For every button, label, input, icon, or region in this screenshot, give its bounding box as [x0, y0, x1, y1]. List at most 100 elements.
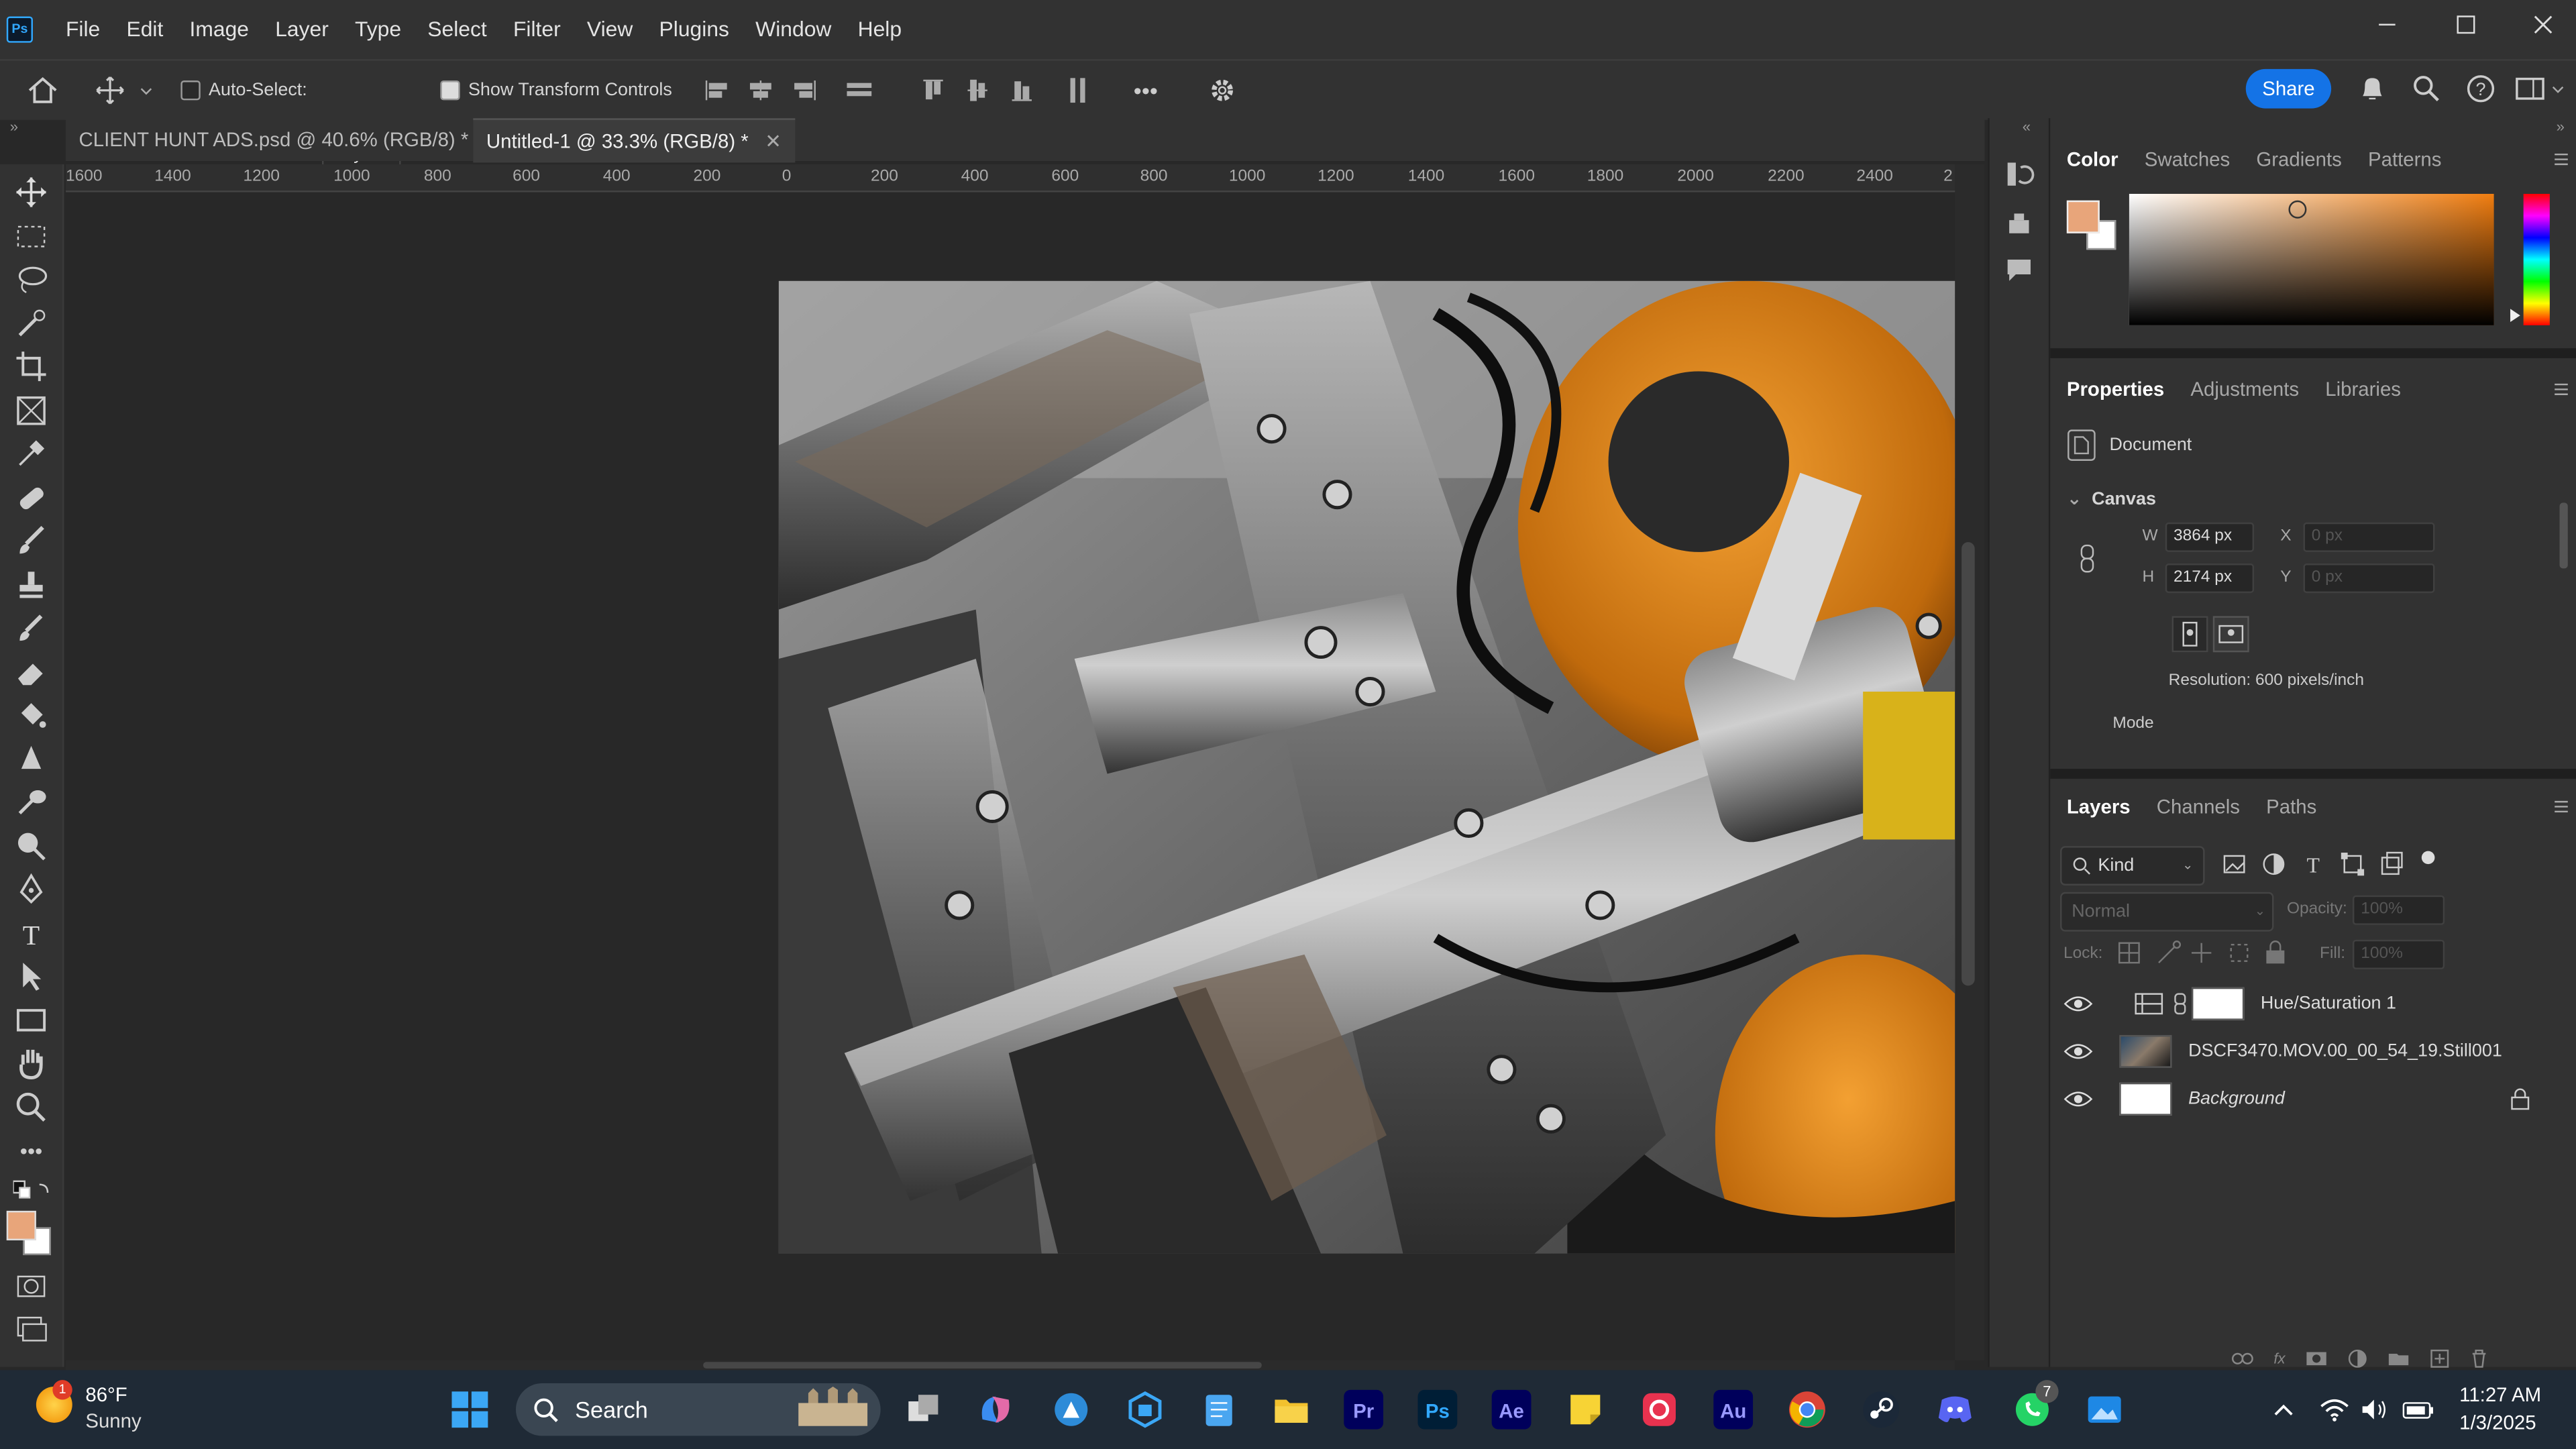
tab-client-hunt-ads[interactable]: CLIENT HUNT ADS.psd @ 40.6% (RGB/8) *✕: [66, 118, 515, 161]
adjustment-layer-icon[interactable]: [2348, 1349, 2367, 1368]
tab-patterns[interactable]: Patterns: [2368, 148, 2441, 170]
clock-date[interactable]: 1/3/2025: [2459, 1411, 2536, 1434]
menu-edit[interactable]: Edit: [113, 0, 176, 59]
gear-icon[interactable]: [1206, 70, 1239, 110]
hue-slider[interactable]: [2510, 193, 2550, 325]
whatsapp-icon[interactable]: 7: [2012, 1380, 2059, 1430]
canvas-section[interactable]: ⌄ Canvas: [2067, 488, 2156, 510]
color-panel-swatches[interactable]: [2066, 200, 2123, 256]
hand-tool-icon[interactable]: [13, 1045, 50, 1081]
layer-row-still-image[interactable]: DSCF3470.MOV.00_00_54_19.Still001: [2050, 1028, 2576, 1075]
help-icon[interactable]: ?: [2464, 72, 2497, 105]
object-selection-tool-icon[interactable]: [13, 306, 50, 342]
photoshop-taskbar-icon[interactable]: Ps: [1417, 1389, 1458, 1430]
file-explorer-icon[interactable]: [1272, 1390, 1311, 1430]
close-window-button[interactable]: [2504, 0, 2576, 52]
blend-mode-dropdown[interactable]: Normal ⌄: [2060, 892, 2274, 932]
menu-view[interactable]: View: [574, 0, 646, 59]
new-group-icon[interactable]: [2387, 1350, 2410, 1366]
home-icon[interactable]: [23, 70, 62, 110]
weather-temperature[interactable]: 86°F: [85, 1383, 127, 1406]
filter-adjustment-icon[interactable]: [2261, 851, 2287, 877]
eye-icon[interactable]: [2050, 994, 2119, 1014]
auto-select-check-icon[interactable]: [180, 80, 201, 101]
document-canvas-image[interactable]: [778, 280, 1955, 1254]
panel-menu-icon[interactable]: [2553, 381, 2569, 397]
link-icon[interactable]: [2172, 991, 2192, 1017]
vertical-scrollbar[interactable]: [1955, 164, 1985, 1360]
maximize-button[interactable]: [2428, 0, 2504, 52]
minimize-button[interactable]: [2349, 0, 2425, 52]
add-mask-icon[interactable]: [2305, 1350, 2328, 1366]
layer-thumbnail[interactable]: [2119, 1034, 2172, 1068]
foreground-color-swatch[interactable]: [6, 1210, 51, 1256]
battery-icon[interactable]: [2402, 1397, 2434, 1423]
taskbar-search-box[interactable]: Search: [515, 1383, 881, 1436]
tab-gradients[interactable]: Gradients: [2256, 148, 2341, 170]
new-layer-icon[interactable]: [2430, 1349, 2449, 1368]
photos-icon[interactable]: [2085, 1390, 2125, 1430]
actions-panel-icon[interactable]: [2002, 207, 2035, 240]
tab-swatches[interactable]: Swatches: [2145, 148, 2230, 170]
collapse-toolbar-icon[interactable]: »: [10, 118, 18, 134]
copilot-icon[interactable]: [976, 1390, 1016, 1430]
eyedropper-tool-icon[interactable]: [13, 435, 50, 472]
history-panel-icon[interactable]: [2002, 158, 2035, 191]
auto-select-checkbox[interactable]: Auto-Select:: [180, 70, 307, 110]
tab-untitled-1[interactable]: Untitled-1 @ 33.3% (RGB/8) * ✕: [473, 118, 795, 163]
tab-properties[interactable]: Properties: [2067, 378, 2164, 400]
paint-bucket-tool-icon[interactable]: [13, 696, 50, 733]
layer-row-background[interactable]: Background: [2050, 1076, 2576, 1122]
filter-shape-icon[interactable]: [2339, 851, 2365, 877]
dodge-tool-icon[interactable]: [13, 784, 50, 820]
fx-icon[interactable]: fx: [2273, 1350, 2285, 1366]
clock-time[interactable]: 11:27 AM: [2459, 1383, 2541, 1406]
volume-icon[interactable]: [2359, 1397, 2389, 1423]
tab-color[interactable]: Color: [2067, 148, 2118, 170]
menu-layer[interactable]: Layer: [262, 0, 342, 59]
layer-row-hue-saturation[interactable]: Hue/Saturation 1: [2050, 981, 2576, 1027]
browser-app-icon[interactable]: [1051, 1390, 1091, 1430]
edit-toolbar-icon[interactable]: •••: [13, 1134, 50, 1170]
menu-filter[interactable]: Filter: [500, 0, 574, 59]
show-transform-check-icon[interactable]: [440, 80, 460, 101]
panel-menu-icon[interactable]: [2553, 151, 2569, 167]
after-effects-icon[interactable]: Ae: [1491, 1389, 1532, 1430]
color-picker-handle[interactable]: [2288, 200, 2307, 219]
delete-layer-icon[interactable]: [2469, 1349, 2489, 1368]
link-layers-icon[interactable]: [2231, 1350, 2254, 1366]
menu-help[interactable]: Help: [845, 0, 915, 59]
blur-tool-icon[interactable]: [13, 741, 50, 777]
show-transform-checkbox[interactable]: Show Transform Controls: [440, 70, 672, 110]
filter-type-icon[interactable]: T: [2300, 851, 2326, 877]
eraser-tool-icon[interactable]: [13, 654, 50, 690]
vertical-scroll-thumb[interactable]: [1962, 542, 1975, 986]
weather-condition[interactable]: Sunny: [85, 1409, 141, 1432]
lasso-tool-icon[interactable]: [13, 261, 50, 297]
canvas-height-input[interactable]: 2174 px: [2165, 564, 2255, 594]
menu-select[interactable]: Select: [415, 0, 500, 59]
notepad-icon[interactable]: [1199, 1390, 1239, 1430]
collapse-right-icon[interactable]: »: [2557, 118, 2565, 134]
opacity-input[interactable]: 100%: [2352, 895, 2445, 925]
filter-pixel-icon[interactable]: [2221, 851, 2247, 877]
quick-mask-icon[interactable]: [13, 1269, 50, 1305]
history-brush-tool-icon[interactable]: [13, 610, 50, 646]
microsoft-store-icon[interactable]: [1126, 1390, 1165, 1430]
healing-brush-tool-icon[interactable]: [13, 480, 50, 516]
tab-libraries[interactable]: Libraries: [2325, 378, 2401, 400]
properties-scrollbar[interactable]: [2559, 480, 2570, 726]
steam-icon[interactable]: [1862, 1390, 1901, 1430]
link-dimensions-icon[interactable]: [2077, 542, 2100, 575]
filter-toggle-icon[interactable]: [2421, 851, 2435, 865]
canvas-x-input[interactable]: 0 px: [2303, 522, 2435, 552]
menu-plugins[interactable]: Plugins: [646, 0, 743, 59]
tab-layers[interactable]: Layers: [2067, 795, 2131, 818]
weather-sun-icon[interactable]: 1: [36, 1380, 72, 1423]
audition-icon[interactable]: Au: [1713, 1389, 1754, 1430]
fill-input[interactable]: 100%: [2352, 939, 2445, 969]
magnify-dodge-icon[interactable]: [13, 828, 50, 864]
zoom-tool-icon[interactable]: [13, 1089, 50, 1126]
move-tool-icon[interactable]: [13, 174, 50, 211]
collapse-panels-icon[interactable]: «: [2023, 118, 2031, 134]
